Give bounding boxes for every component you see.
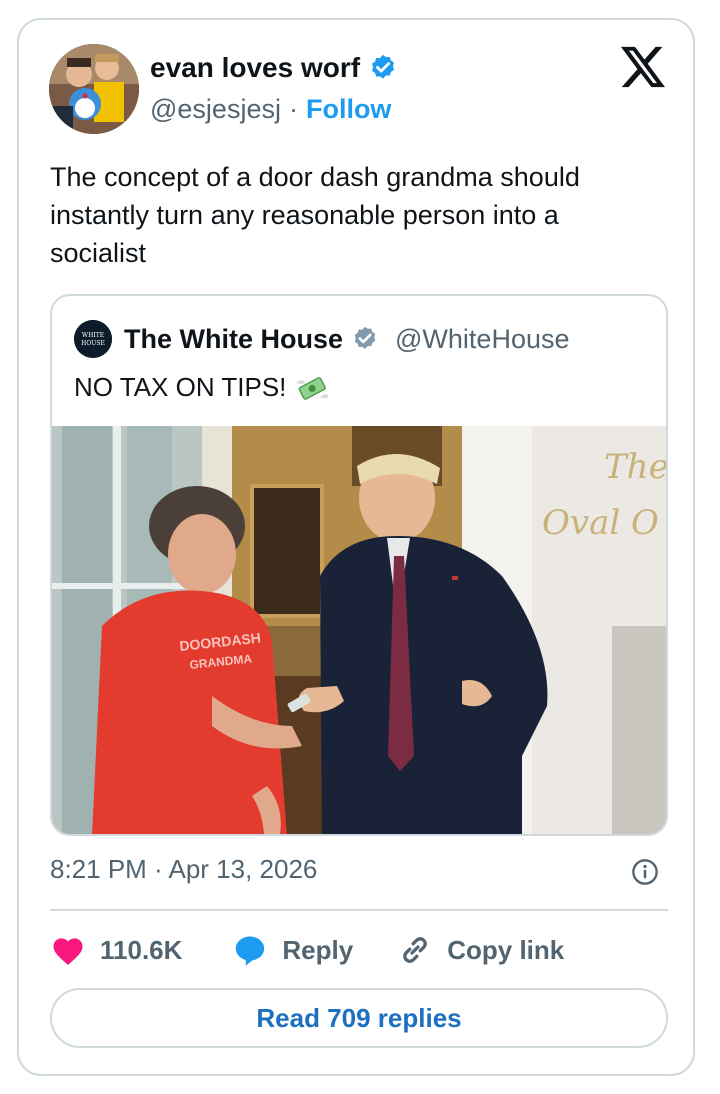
tweet-card: evan loves worf @esjesjesj · Follow The …	[17, 18, 695, 1076]
follow-button[interactable]: Follow	[306, 94, 391, 125]
money-with-wings-icon	[296, 376, 330, 400]
copy-link-label: Copy link	[447, 934, 565, 965]
reply-button[interactable]: Reply	[232, 933, 353, 967]
author-handle[interactable]: @esjesjesj	[150, 94, 281, 125]
tweet-timestamp[interactable]: 8:21 PM · Apr 13, 2026	[50, 854, 317, 885]
quoted-photo[interactable]: The Oval O DOORDASH GRANDMA	[52, 426, 666, 834]
info-icon[interactable]	[631, 858, 659, 886]
tweet-text: The concept of a door dash grandma shoul…	[50, 162, 580, 268]
copy-link-button[interactable]: Copy link	[397, 932, 564, 968]
quoted-text: NO TAX ON TIPS!	[74, 372, 287, 402]
quoted-avatar-text: HOUSE	[81, 340, 105, 347]
heart-icon	[53, 938, 83, 965]
quoted-author-handle[interactable]: @WhiteHouse	[395, 324, 569, 355]
oval-office-sign-text: Oval O	[542, 503, 659, 543]
like-count: 110.6K	[100, 934, 183, 965]
reply-bubble-icon	[236, 936, 265, 966]
reply-label: Reply	[282, 934, 354, 965]
quoted-avatar-text: WHITE	[82, 332, 104, 339]
divider	[50, 909, 668, 911]
action-bar: 110.6K Reply Copy link	[50, 930, 564, 970]
oval-office-sign-text: The	[604, 447, 666, 487]
read-replies-button[interactable]: Read 709 replies	[50, 988, 668, 1048]
like-button[interactable]: 110.6K	[50, 934, 182, 966]
quoted-author-name[interactable]: The White House	[124, 324, 343, 355]
link-icon	[403, 937, 428, 963]
x-logo-icon[interactable]	[621, 46, 665, 88]
verified-badge-icon	[372, 54, 395, 79]
verified-gray-badge-icon	[354, 326, 376, 349]
quoted-avatar[interactable]: WHITE HOUSE	[74, 320, 112, 358]
author-avatar[interactable]	[49, 44, 139, 134]
author-name[interactable]: evan loves worf	[150, 52, 360, 84]
handle-separator: ·	[288, 94, 298, 124]
quoted-tweet[interactable]: WHITE HOUSE The White House @WhiteHouse …	[50, 294, 668, 836]
